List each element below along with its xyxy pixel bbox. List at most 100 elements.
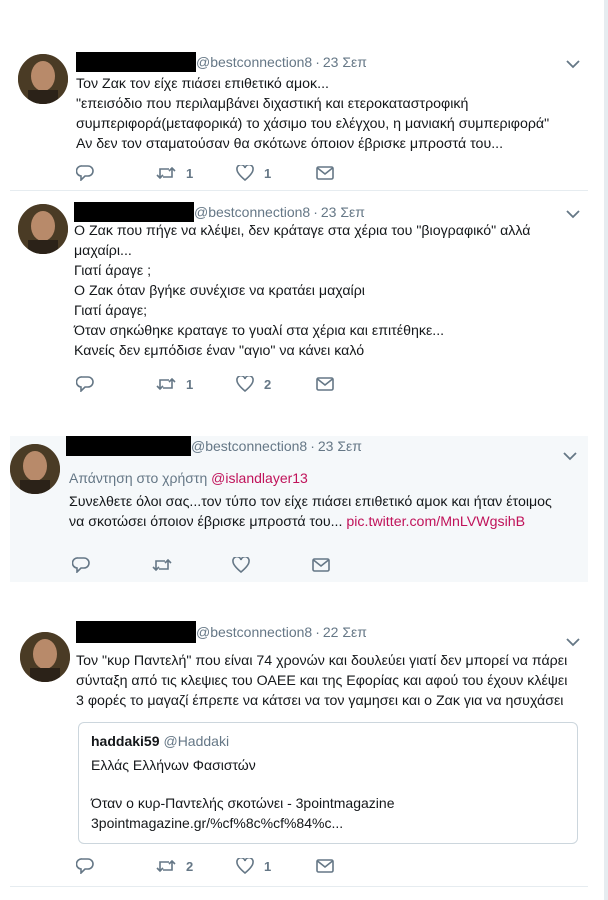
- retweet-button[interactable]: [152, 557, 232, 573]
- reply-user-link[interactable]: @islandlayer13: [211, 470, 308, 486]
- quoted-url: 3pointmagazine.gr/%cf%8c%cf%84%c...: [91, 815, 344, 831]
- tweet-text-line: "επεισόδιο που περιλαμβάνει διχαστική κα…: [76, 96, 469, 112]
- message-button[interactable]: [316, 166, 396, 180]
- redacted-name: [76, 621, 196, 643]
- tweet-date[interactable]: 23 Σεπ: [321, 204, 365, 220]
- reply-icon: [72, 557, 90, 573]
- tweet-text-line: σύνταξη από τις κλεψιες του ΟΑΕΕ και της…: [76, 673, 568, 689]
- tweet-text: Τον Ζακ τον είχε πιάσει επιθετικό αμοκ..…: [76, 74, 549, 154]
- retweet-icon: [152, 558, 172, 572]
- scrollbar-edge: [604, 0, 608, 900]
- quoted-user-name: haddaki59: [91, 733, 160, 749]
- reply-button[interactable]: [76, 376, 156, 392]
- message-button[interactable]: [316, 377, 396, 391]
- chevron-down-icon[interactable]: [563, 451, 577, 461]
- reply-icon: [76, 376, 94, 392]
- tweet-text-line: Όταν σηκώθηκε κραταγε το γυαλί στα χέρια…: [74, 323, 445, 339]
- like-button[interactable]: 1: [236, 165, 316, 181]
- divider: [10, 886, 588, 887]
- reply-prefix: Απάντηση στο χρήστη: [69, 470, 212, 486]
- retweet-icon: [156, 166, 176, 180]
- user-handle[interactable]: @bestconnection8: [191, 438, 307, 454]
- retweet-count: 1: [186, 376, 194, 392]
- redacted-name: [76, 52, 196, 72]
- separator-dot: ·: [313, 204, 318, 220]
- tweet-text-line: Αν δεν τον σταματούσαν θα σκότωνε όποιον…: [76, 136, 504, 152]
- envelope-icon: [316, 859, 334, 873]
- retweet-button[interactable]: 1: [156, 165, 236, 181]
- separator-dot: ·: [310, 438, 315, 454]
- tweet-text-line: Γιατί άραγε;: [74, 303, 148, 319]
- avatar[interactable]: [18, 54, 68, 104]
- user-handle[interactable]: @bestconnection8: [196, 54, 312, 70]
- envelope-icon: [316, 166, 334, 180]
- tweet-text: Ο Ζακ που πήγε να κλέψει, δεν κράταγε στ…: [74, 221, 530, 361]
- tweet-header: @bestconnection8 · 23 Σεπ: [74, 202, 365, 222]
- retweet-count: 1: [186, 165, 194, 181]
- avatar[interactable]: [20, 632, 70, 682]
- reply-icon: [76, 165, 94, 181]
- tweet-actions: 1 2: [76, 374, 396, 394]
- quoted-user-handle: @Haddaki: [163, 733, 230, 749]
- tweet-4[interactable]: @bestconnection8 · 22 Σεπ Τον "κυρ Παντε…: [0, 618, 600, 888]
- quoted-text-line: Όταν ο κυρ-Παντελής σκοτώνει - 3pointmag…: [91, 795, 395, 811]
- chevron-down-icon[interactable]: [566, 209, 580, 219]
- tweet-2[interactable]: @bestconnection8 · 23 Σεπ Ο Ζακ που πήγε…: [0, 191, 600, 401]
- retweet-count: 2: [186, 858, 194, 874]
- tweet-header: @bestconnection8 · 23 Σεπ: [76, 52, 367, 72]
- tweet-3[interactable]: @bestconnection8 · 23 Σεπ Απάντηση στο χ…: [10, 436, 588, 582]
- pic-link[interactable]: pic.twitter.com/MnLVWgsihB: [346, 514, 525, 530]
- tweet-text-line: να σκοτώσει όποιον έβρισκε μπροστά του..…: [69, 512, 552, 532]
- heart-icon: [232, 557, 250, 573]
- avatar[interactable]: [10, 444, 60, 494]
- like-count: 1: [264, 858, 272, 874]
- tweet-header: @bestconnection8 · 22 Σεπ: [76, 621, 367, 643]
- reply-icon: [76, 858, 94, 874]
- tweet-text-line: Γιατί άραγε ;: [74, 263, 152, 279]
- tweet-actions: 2 1: [76, 856, 396, 876]
- tweet-date[interactable]: 23 Σεπ: [323, 54, 367, 70]
- reply-button[interactable]: [76, 165, 156, 181]
- envelope-icon: [316, 377, 334, 391]
- user-handle[interactable]: @bestconnection8: [196, 624, 312, 640]
- retweet-icon: [156, 377, 176, 391]
- tweet-text-line: μαχαίρι...: [74, 243, 132, 259]
- like-count: 1: [264, 165, 272, 181]
- retweet-icon: [156, 859, 176, 873]
- tweet-text-line: συμπεριφορά(μεταφορικά) το χάσιμο του ελ…: [76, 116, 550, 132]
- tweet-text-line: Τον Ζακ τον είχε πιάσει επιθετικό αμοκ..…: [76, 76, 329, 92]
- tweet-text: Τον "κυρ Παντελή" που είναι 74 χρονών κα…: [76, 651, 567, 711]
- tweet-text-line: Ο Ζακ που πήγε να κλέψει, δεν κράταγε στ…: [74, 223, 531, 239]
- tweet-text-line: Συνελθετε όλοι σας...τον τύπο τον είχε π…: [69, 494, 552, 510]
- heart-icon: [236, 376, 254, 392]
- tweet-date[interactable]: 22 Σεπ: [323, 624, 367, 640]
- tweet-text-line: Τον "κυρ Παντελή" που είναι 74 χρονών κα…: [76, 653, 568, 669]
- like-count: 2: [264, 376, 272, 392]
- message-button[interactable]: [312, 558, 392, 572]
- tweet-text-line: Ο Ζακ όταν βγήκε συνέχισε να κρατάει μαχ…: [74, 283, 365, 299]
- like-button[interactable]: [232, 557, 312, 573]
- tweet-text-line: 3 φορές το μαγαζί έπρεπε να κάτσει να το…: [76, 693, 564, 709]
- envelope-icon: [312, 558, 330, 572]
- quoted-text-line: Ελλάς Ελλήνων Φασιστών: [91, 757, 256, 773]
- tweet-1[interactable]: @bestconnection8 · 23 Σεπ Τον Ζακ τον εί…: [0, 40, 600, 190]
- retweet-button[interactable]: 2: [156, 858, 236, 874]
- tweet-actions: 1 1: [76, 163, 396, 183]
- separator-dot: ·: [315, 624, 320, 640]
- chevron-down-icon[interactable]: [566, 637, 580, 647]
- reply-button[interactable]: [76, 858, 156, 874]
- chevron-down-icon[interactable]: [566, 59, 580, 69]
- retweet-button[interactable]: 1: [156, 376, 236, 392]
- tweet-text-line: Κανείς δεν εμπόδισε έναν "αγιο" να κάνει…: [74, 343, 365, 359]
- reply-button[interactable]: [72, 557, 152, 573]
- user-handle[interactable]: @bestconnection8: [194, 204, 310, 220]
- avatar[interactable]: [18, 204, 68, 254]
- like-button[interactable]: 1: [236, 858, 316, 874]
- tweet-text: Συνελθετε όλοι σας...τον τύπο τον είχε π…: [69, 492, 552, 532]
- message-button[interactable]: [316, 859, 396, 873]
- separator-dot: ·: [315, 54, 320, 70]
- quoted-tweet-card[interactable]: haddaki59 @Haddaki Ελλάς Ελλήνων Φασιστών…: [78, 722, 578, 844]
- tweet-date[interactable]: 23 Σεπ: [318, 438, 362, 454]
- like-button[interactable]: 2: [236, 376, 316, 392]
- redacted-name: [74, 202, 194, 222]
